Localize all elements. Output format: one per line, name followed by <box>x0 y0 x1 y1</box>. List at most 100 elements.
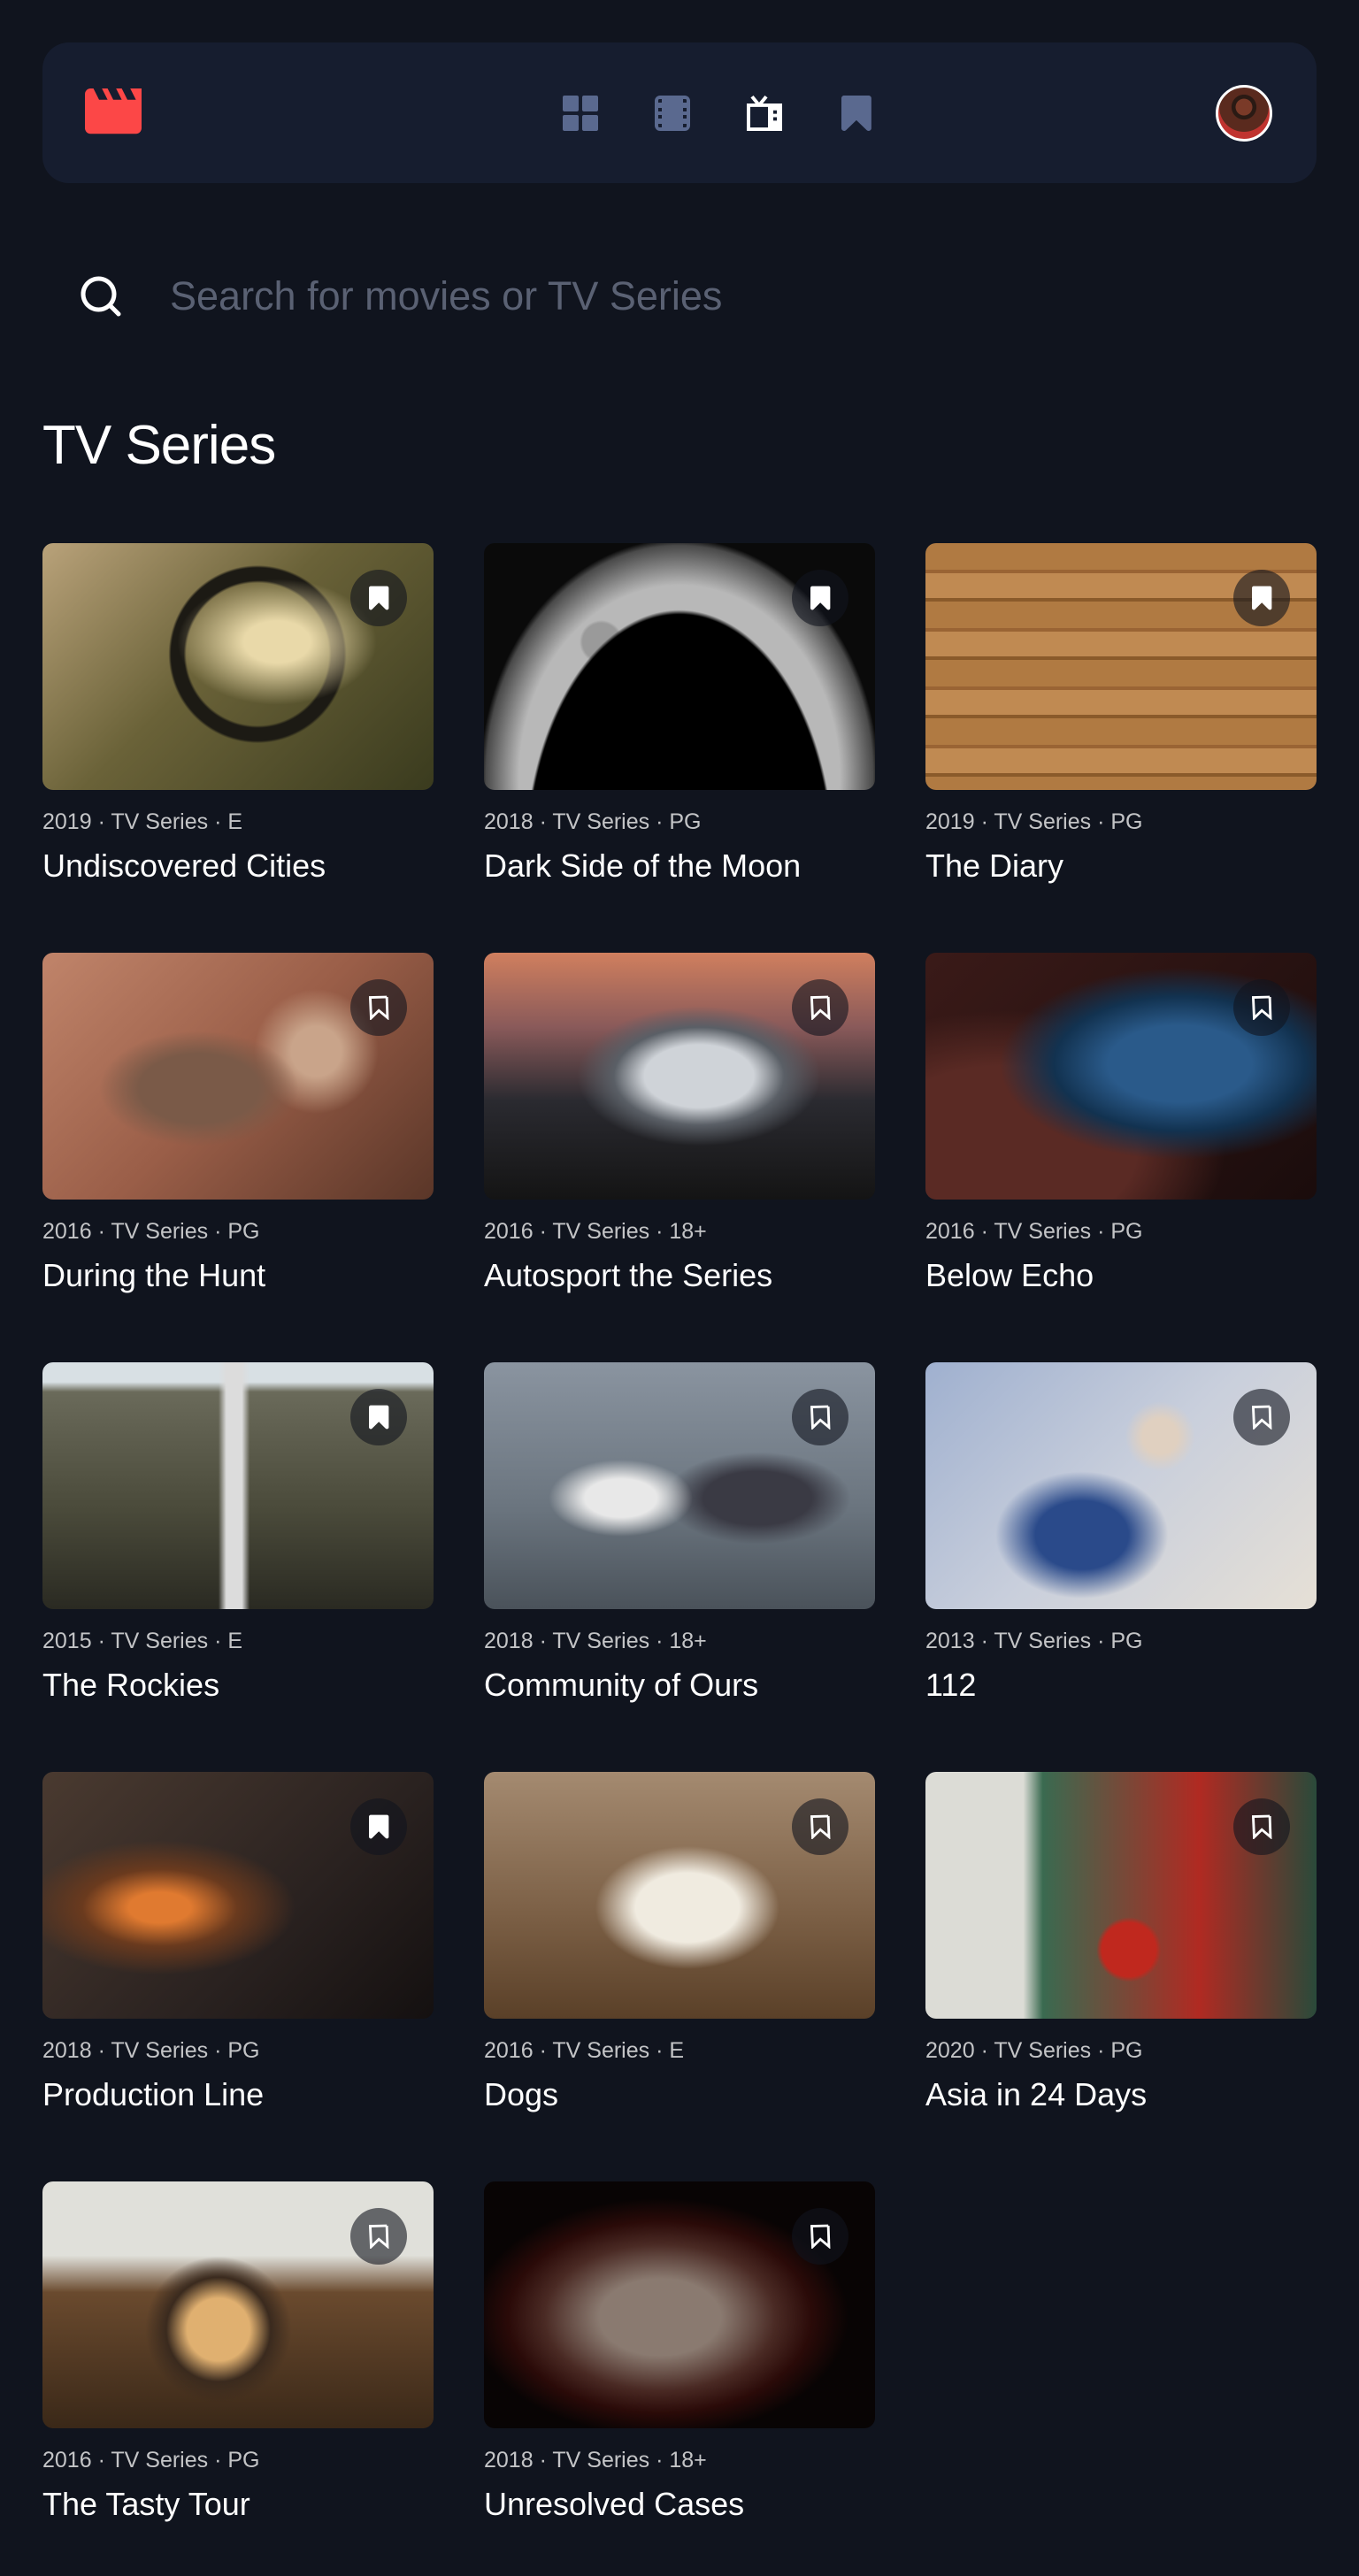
bookmark-toggle-button[interactable] <box>792 979 848 1036</box>
card-title[interactable]: Unresolved Cases <box>484 2486 875 2523</box>
card-meta: 2018 · TV Series · PG <box>484 809 702 834</box>
tv-series-grid: 2019 · TV Series · E Undiscovered Cities 2… <box>42 543 1317 2540</box>
card-rating: E <box>227 809 243 834</box>
card-title[interactable]: Below Echo <box>925 1257 1317 1294</box>
card-year: 2019 <box>42 809 92 834</box>
bookmark-toggle-button[interactable] <box>792 2208 848 2265</box>
thumbnail-image[interactable] <box>484 953 875 1200</box>
thumbnail-image[interactable] <box>925 543 1317 790</box>
card-category: TV Series <box>111 2038 209 2063</box>
thumbnail-image[interactable] <box>925 1772 1317 2019</box>
card-year: 2016 <box>484 2038 534 2063</box>
card-rating: 18+ <box>669 2448 707 2472</box>
card-category: TV Series <box>552 1219 650 1244</box>
card-year: 2016 <box>484 1219 534 1244</box>
thumbnail-image[interactable] <box>42 1362 434 1609</box>
card-rating: PG <box>1110 1629 1143 1653</box>
card-meta: 2013 · TV Series · PG <box>925 1629 1143 1653</box>
thumbnail-image[interactable] <box>925 1362 1317 1609</box>
bookmark-toggle-button[interactable] <box>792 570 848 626</box>
card-category: TV Series <box>994 1629 1092 1653</box>
card-category: TV Series <box>111 2448 209 2472</box>
card-rating: PG <box>1110 2038 1143 2063</box>
card-category: TV Series <box>552 809 650 834</box>
card-year: 2015 <box>42 1629 92 1653</box>
thumbnail-image[interactable] <box>484 543 875 790</box>
card-title[interactable]: Community of Ours <box>484 1667 875 1704</box>
card-title[interactable]: Dark Side of the Moon <box>484 847 875 885</box>
bookmark-toggle-button[interactable] <box>1233 979 1290 1036</box>
card-title[interactable]: Undiscovered Cities <box>42 847 434 885</box>
card-category: TV Series <box>111 1629 209 1653</box>
home-grid-icon[interactable] <box>563 96 598 131</box>
thumbnail-image[interactable] <box>42 2181 434 2428</box>
card-category: TV Series <box>552 2448 650 2472</box>
card-title[interactable]: 112 <box>925 1667 1317 1704</box>
bookmark-toggle-button[interactable] <box>1233 1389 1290 1445</box>
thumbnail-image[interactable] <box>484 1362 875 1609</box>
bookmark-toggle-button[interactable] <box>792 1798 848 1855</box>
search-input[interactable] <box>170 263 1232 330</box>
bookmark-toggle-button[interactable] <box>792 1389 848 1445</box>
media-card: 2016 · TV Series · 18+ Autosport the Seri… <box>484 953 875 1311</box>
media-card: 2015 · TV Series · E The Rockies <box>42 1362 434 1721</box>
user-avatar[interactable] <box>1216 85 1272 142</box>
card-year: 2018 <box>484 2448 534 2472</box>
card-year: 2018 <box>484 809 534 834</box>
card-title[interactable]: The Tasty Tour <box>42 2486 434 2523</box>
card-meta: 2016 · TV Series · PG <box>42 2448 260 2472</box>
card-meta: 2018 · TV Series · 18+ <box>484 1629 707 1653</box>
bookmark-toggle-button[interactable] <box>1233 570 1290 626</box>
card-rating: PG <box>1110 1219 1143 1244</box>
bookmark-toggle-button[interactable] <box>350 979 407 1036</box>
media-card: 2019 · TV Series · E Undiscovered Cities <box>42 543 434 901</box>
card-category: TV Series <box>111 809 209 834</box>
tv-series-icon[interactable] <box>747 96 782 131</box>
bookmark-toggle-button[interactable] <box>350 1798 407 1855</box>
card-title[interactable]: Autosport the Series <box>484 1257 875 1294</box>
card-rating: PG <box>669 809 702 834</box>
bookmark-toggle-button[interactable] <box>1233 1798 1290 1855</box>
bookmark-toggle-button[interactable] <box>350 570 407 626</box>
card-category: TV Series <box>994 2038 1092 2063</box>
movie-clapper-icon[interactable] <box>85 88 142 134</box>
card-meta: 2018 · TV Series · PG <box>42 2038 260 2063</box>
card-category: TV Series <box>994 809 1092 834</box>
top-navigation-bar <box>42 42 1317 183</box>
thumbnail-image[interactable] <box>484 2181 875 2428</box>
thumbnail-image[interactable] <box>42 1772 434 2019</box>
card-title[interactable]: The Diary <box>925 847 1317 885</box>
card-meta: 2016 · TV Series · PG <box>925 1219 1143 1244</box>
card-meta: 2016 · TV Series · E <box>484 2038 685 2063</box>
media-card: 2016 · TV Series · E Dogs <box>484 1772 875 2130</box>
bookmark-icon[interactable] <box>839 96 874 131</box>
thumbnail-image[interactable] <box>484 1772 875 2019</box>
media-card: 2016 · TV Series · PG During the Hunt <box>42 953 434 1311</box>
section-title: TV Series <box>42 415 276 476</box>
card-rating: PG <box>227 2038 260 2063</box>
card-category: TV Series <box>552 2038 650 2063</box>
bookmark-toggle-button[interactable] <box>350 2208 407 2265</box>
media-card: 2019 · TV Series · PG The Diary <box>925 543 1317 901</box>
card-title[interactable]: Dogs <box>484 2076 875 2113</box>
movies-film-icon[interactable] <box>655 96 690 131</box>
card-title[interactable]: Production Line <box>42 2076 434 2113</box>
card-year: 2018 <box>42 2038 92 2063</box>
card-title[interactable]: During the Hunt <box>42 1257 434 1294</box>
card-title[interactable]: Asia in 24 Days <box>925 2076 1317 2113</box>
search-icon <box>81 276 121 317</box>
bookmark-toggle-button[interactable] <box>350 1389 407 1445</box>
card-rating: PG <box>227 1219 260 1244</box>
media-card: 2018 · TV Series · 18+ Unresolved Cases <box>484 2181 875 2540</box>
card-meta: 2019 · TV Series · PG <box>925 809 1143 834</box>
thumbnail-image[interactable] <box>42 543 434 790</box>
card-rating: E <box>669 2038 685 2063</box>
thumbnail-image[interactable] <box>42 953 434 1200</box>
card-rating: E <box>227 1629 243 1653</box>
card-category: TV Series <box>552 1629 650 1653</box>
card-year: 2016 <box>42 1219 92 1244</box>
thumbnail-image[interactable] <box>925 953 1317 1200</box>
card-rating: 18+ <box>669 1219 707 1244</box>
card-title[interactable]: The Rockies <box>42 1667 434 1704</box>
media-card: 2016 · TV Series · PG Below Echo <box>925 953 1317 1311</box>
